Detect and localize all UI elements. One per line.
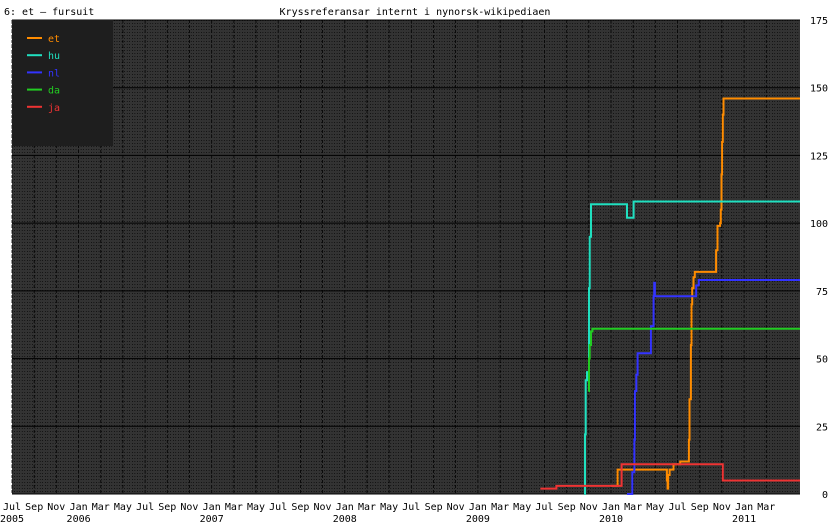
chart-svg: 6: et – fursuit Kryssreferansar internt … [0, 7, 828, 525]
x-tick-label: Jan [602, 502, 620, 513]
x-year-label: 2006 [67, 514, 91, 525]
x-tick-label: Sep [425, 502, 443, 513]
y-tick-label: 125 [810, 151, 828, 162]
x-tick-label: Jul [136, 502, 154, 513]
x-tick-label: Sep [558, 502, 576, 513]
x-tick-label: Mar [358, 502, 376, 513]
x-tick-label: Sep [158, 502, 176, 513]
x-tick-label: Nov [313, 502, 331, 513]
x-tick-label: Jul [402, 502, 420, 513]
chart-canvas: 6: et – fursuit Kryssreferansar internt … [0, 0, 831, 525]
x-tick-label: Jul [535, 502, 553, 513]
legend-label-nl: nl [48, 68, 60, 79]
x-tick-label: Sep [25, 502, 43, 513]
x-tick-label: Nov [180, 502, 198, 513]
x-tick-label: Jan [469, 502, 487, 513]
y-tick-label: 25 [816, 422, 828, 433]
x-year-label: 2008 [333, 514, 357, 525]
legend-label-ja: ja [48, 103, 60, 114]
x-tick-label: Jan [70, 502, 88, 513]
y-tick-label: 75 [816, 287, 828, 298]
y-axis: 0 25 50 75 100 125 150 175 [810, 16, 828, 501]
y-tick-label: 0 [822, 490, 828, 501]
x-tick-label: Sep [291, 502, 309, 513]
legend-label-da: da [48, 86, 60, 97]
x-year-label: 2011 [732, 514, 756, 525]
y-tick-label: 50 [816, 355, 828, 366]
legend-label-hu: hu [48, 51, 60, 62]
x-tick-label: Sep [691, 502, 709, 513]
x-tick-label: Nov [580, 502, 598, 513]
x-tick-label: Nov [713, 502, 731, 513]
x-tick-label: Mar [92, 502, 110, 513]
x-axis: Jul Sep Nov Jan Mar May Jul Sep Nov Jan Mar May Jul S… [0, 502, 775, 525]
y-tick-label: 150 [810, 84, 828, 95]
x-tick-label: Nov [47, 502, 65, 513]
x-tick-label: May [114, 502, 132, 513]
x-year-label: 2007 [200, 514, 224, 525]
x-tick-label: May [380, 502, 398, 513]
x-tick-label: Jul [668, 502, 686, 513]
legend: et hu nl da ja [12, 20, 113, 146]
x-tick-label: Jan [735, 502, 753, 513]
y-tick-label: 100 [810, 219, 828, 230]
chart-title: Kryssreferansar internt i nynorsk-wikipe… [280, 7, 551, 18]
x-tick-label: Jan [336, 502, 354, 513]
chart-id-label: 6: et – fursuit [4, 7, 94, 18]
x-tick-label: Mar [757, 502, 775, 513]
x-tick-label: Mar [225, 502, 243, 513]
x-tick-label: Mar [491, 502, 509, 513]
x-tick-label: Jan [203, 502, 221, 513]
x-tick-label: Mar [624, 502, 642, 513]
legend-label-et: et [48, 34, 60, 45]
x-tick-label: Nov [447, 502, 465, 513]
x-tick-label: May [513, 502, 531, 513]
x-tick-label: Jul [269, 502, 287, 513]
x-year-label: 2010 [599, 514, 623, 525]
y-tick-label: 175 [810, 16, 828, 27]
x-year-label: 2009 [466, 514, 490, 525]
x-tick-label: May [247, 502, 265, 513]
x-tick-label: Jul [3, 502, 21, 513]
x-year-label: 2005 [0, 514, 24, 525]
x-tick-label: May [646, 502, 664, 513]
